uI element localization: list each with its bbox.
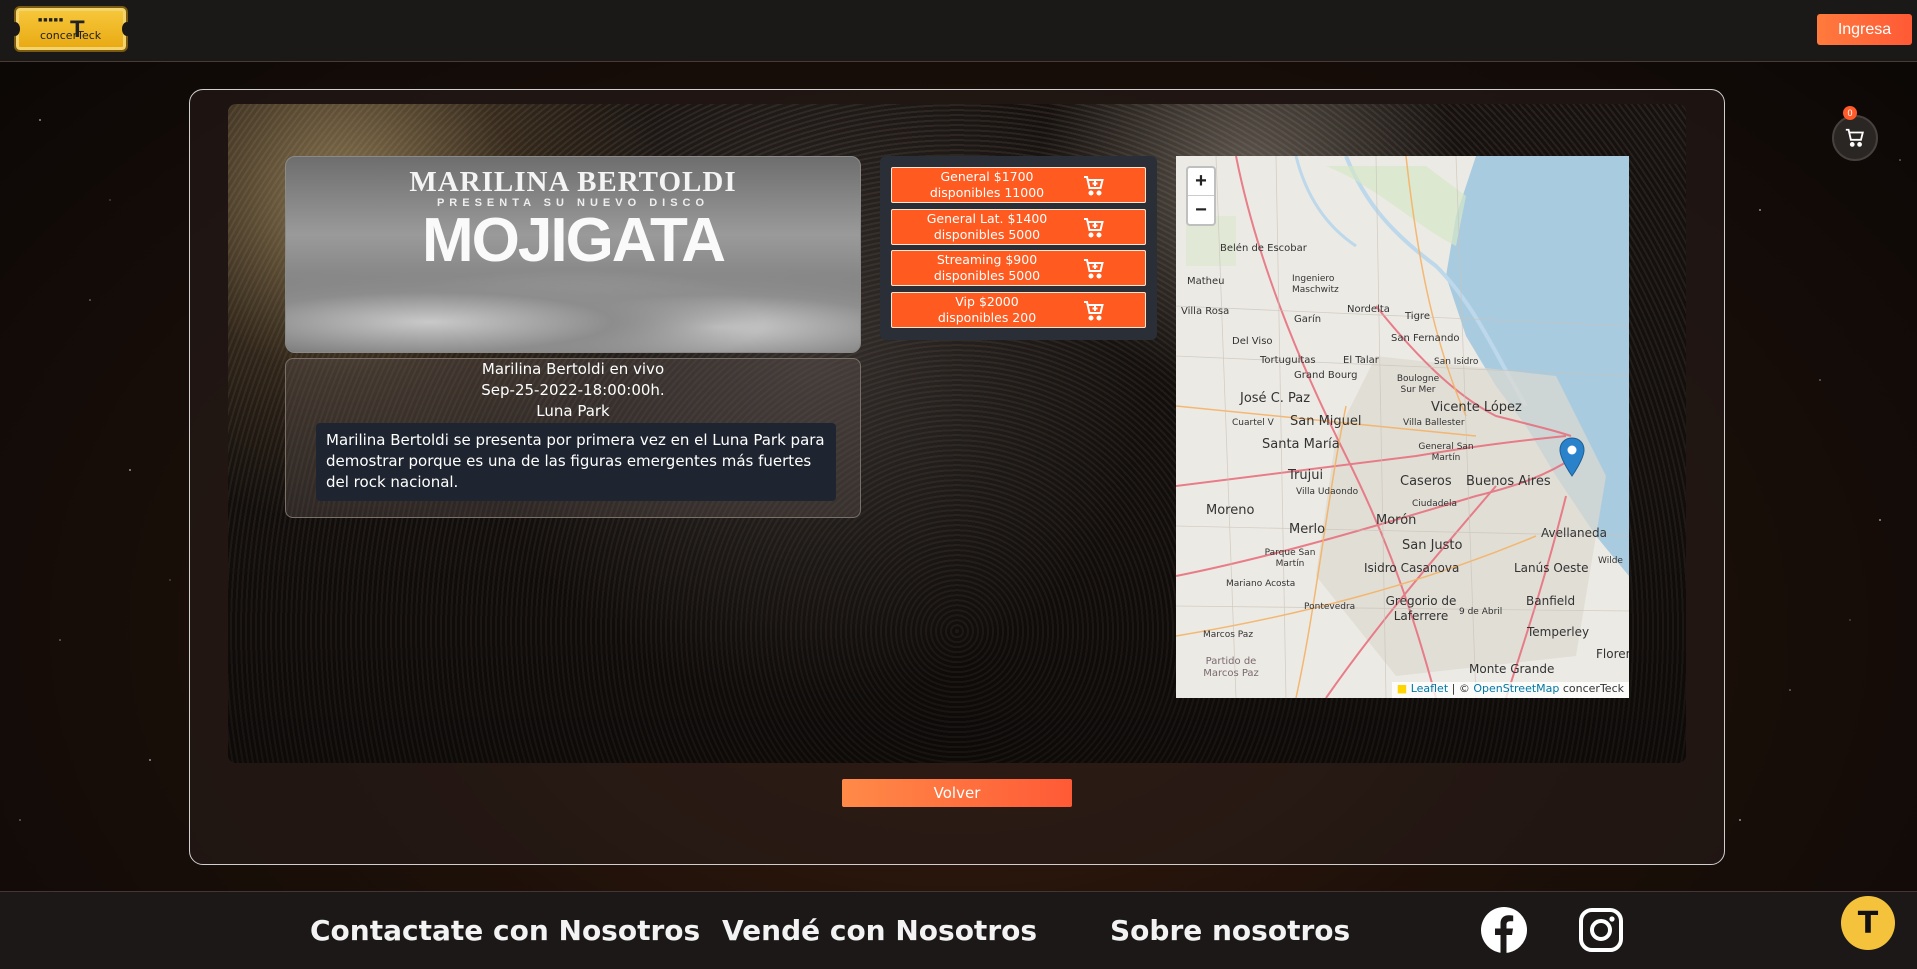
map-label: Temperley — [1527, 625, 1590, 639]
map-label: Santa María — [1262, 437, 1340, 452]
logo-text: concerTeck — [40, 29, 102, 42]
ticket-general-lat[interactable]: General Lat. $1400 disponibles 5000 — [891, 209, 1146, 245]
map-label: Moreno — [1206, 503, 1255, 518]
map-label: Lanús Oeste — [1514, 561, 1589, 575]
map-zoom-control: + − — [1186, 166, 1216, 226]
map-label: San Isidro — [1434, 357, 1479, 367]
map-label: Matheu — [1187, 276, 1225, 287]
map-label: Gregorio de Laferrere — [1385, 594, 1457, 623]
poster-artist: MARILINA BERTOLDI — [409, 166, 737, 198]
attribution-separator: | © — [1448, 682, 1474, 695]
map-label: Del Viso — [1232, 336, 1273, 347]
map-label: Marcos Paz — [1203, 630, 1254, 640]
concerteck-logo[interactable]: ■■■■■ T concerTeck — [10, 6, 132, 52]
map-label: El Talar — [1343, 355, 1379, 366]
map-label: Cuartel V — [1232, 418, 1274, 428]
back-button[interactable]: Volver — [842, 779, 1072, 807]
map-label: Villa Udaondo — [1296, 487, 1359, 497]
footer-contact-link[interactable]: Contactate con Nosotros — [310, 914, 700, 947]
event-datetime: Sep-25-2022-18:00:00h. — [481, 381, 665, 399]
leaflet-link[interactable]: Leaflet — [1411, 682, 1448, 695]
map-attribution: ■ Leaflet | © OpenStreetMap concerTeck — [1391, 682, 1629, 698]
map-label: Boulogne Sur Mer — [1396, 374, 1440, 395]
map-label: San Miguel — [1290, 414, 1362, 429]
facebook-icon[interactable] — [1480, 906, 1528, 954]
ticket-name-price: General $1700 — [940, 169, 1034, 184]
cart-count-badge: 0 — [1843, 106, 1857, 120]
attribution-suffix: concerTeck — [1559, 682, 1624, 695]
footer: Contactate con Nosotros Vendé con Nosotr… — [0, 891, 1917, 969]
map-label: José C. Paz — [1240, 391, 1311, 406]
ticket-name-price: Streaming $900 — [936, 252, 1038, 267]
map-label: 9 de Abril — [1459, 607, 1503, 617]
add-to-cart-icon[interactable] — [1082, 257, 1106, 281]
ticket-streaming[interactable]: Streaming $900 disponibles 5000 — [891, 250, 1146, 286]
ticket-availability: disponibles 5000 — [933, 268, 1041, 283]
map-label: Belén de Escobar — [1220, 243, 1307, 254]
map-label: Tigre — [1405, 311, 1430, 322]
map-label: Villa Ballester — [1403, 418, 1465, 428]
map-label: Nordelta — [1347, 304, 1390, 315]
ticket-name-price: General Lat. $1400 — [926, 211, 1048, 226]
map-label: Monte Grande — [1469, 662, 1555, 676]
map-label: Wilde — [1598, 556, 1623, 566]
map-label: Garín — [1294, 314, 1322, 325]
ticket-vip[interactable]: Vip $2000 disponibles 200 — [891, 292, 1146, 328]
top-navbar: ■■■■■ T concerTeck Ingresa — [0, 0, 1917, 62]
add-to-cart-icon[interactable] — [1082, 216, 1106, 240]
map-label: San Justo — [1402, 538, 1463, 553]
map-label: General San Martín — [1418, 442, 1474, 463]
map-label: Grand Bourg — [1294, 370, 1358, 381]
osm-link[interactable]: OpenStreetMap — [1473, 682, 1559, 695]
map-label: Buenos Aires — [1466, 474, 1551, 489]
map-label: Trujui — [1288, 468, 1324, 483]
event-poster: MARILINA BERTOLDI PRESENTA SU NUEVO DISC… — [285, 156, 861, 353]
map-label: Banfield — [1526, 594, 1576, 608]
ticket-availability: disponibles 200 — [937, 310, 1037, 325]
venue-map[interactable]: + − Belén de Escobar Matheu Ingeniero Ma… — [1176, 156, 1629, 698]
event-title: Marilina Bertoldi en vivo — [481, 360, 665, 378]
zoom-in-button[interactable]: + — [1188, 168, 1214, 196]
cart-icon — [1845, 128, 1864, 147]
event-description: Marilina Bertoldi se presenta por primer… — [316, 423, 836, 501]
footer-about-link[interactable]: Sobre nosotros — [1110, 914, 1350, 947]
map-label: Mariano Acosta — [1226, 579, 1296, 589]
event-venue: Luna Park — [536, 402, 610, 420]
map-label: Partido de Marcos Paz — [1203, 656, 1259, 679]
footer-sell-link[interactable]: Vendé con Nosotros — [722, 914, 1037, 947]
poster-album: MOJIGATA — [421, 206, 726, 275]
help-chat-button[interactable]: T — [1841, 896, 1895, 950]
map-label: Merlo — [1289, 522, 1326, 537]
ticket-options: General $1700 disponibles 11000 General … — [880, 156, 1157, 340]
map-label: Caseros — [1400, 474, 1452, 489]
map-label: Villa Rosa — [1181, 306, 1230, 317]
map-label: San Fernando — [1391, 333, 1460, 344]
cart-button[interactable] — [1832, 115, 1878, 161]
map-label: Isidro Casanova — [1364, 561, 1460, 575]
zoom-out-button[interactable]: − — [1188, 196, 1214, 224]
map-label: Ingeniero Maschwitz — [1292, 274, 1339, 295]
map-label: Tortuguitas — [1260, 355, 1316, 366]
map-label: Florenc — [1596, 647, 1629, 661]
map-label: Avellaneda — [1541, 526, 1607, 540]
ticket-name-price: Vip $2000 — [955, 294, 1019, 309]
ticket-availability: disponibles 5000 — [933, 227, 1041, 242]
map-label: Ciudadela — [1412, 499, 1457, 509]
map-label: Pontevedra — [1304, 602, 1356, 612]
map-label: Morón — [1376, 513, 1417, 528]
ticket-availability: disponibles 11000 — [929, 185, 1045, 200]
event-info-card: Marilina Bertoldi en vivo Sep-25-2022-18… — [285, 358, 861, 518]
map-label: Vicente López — [1431, 400, 1522, 415]
add-to-cart-icon[interactable] — [1082, 299, 1106, 323]
map-label: Parque San Martín — [1264, 548, 1316, 569]
instagram-icon[interactable] — [1577, 906, 1625, 954]
ticket-general[interactable]: General $1700 disponibles 11000 — [891, 167, 1146, 203]
login-button[interactable]: Ingresa — [1817, 14, 1912, 45]
add-to-cart-icon[interactable] — [1082, 174, 1106, 198]
map-pin-icon[interactable] — [1559, 437, 1585, 477]
